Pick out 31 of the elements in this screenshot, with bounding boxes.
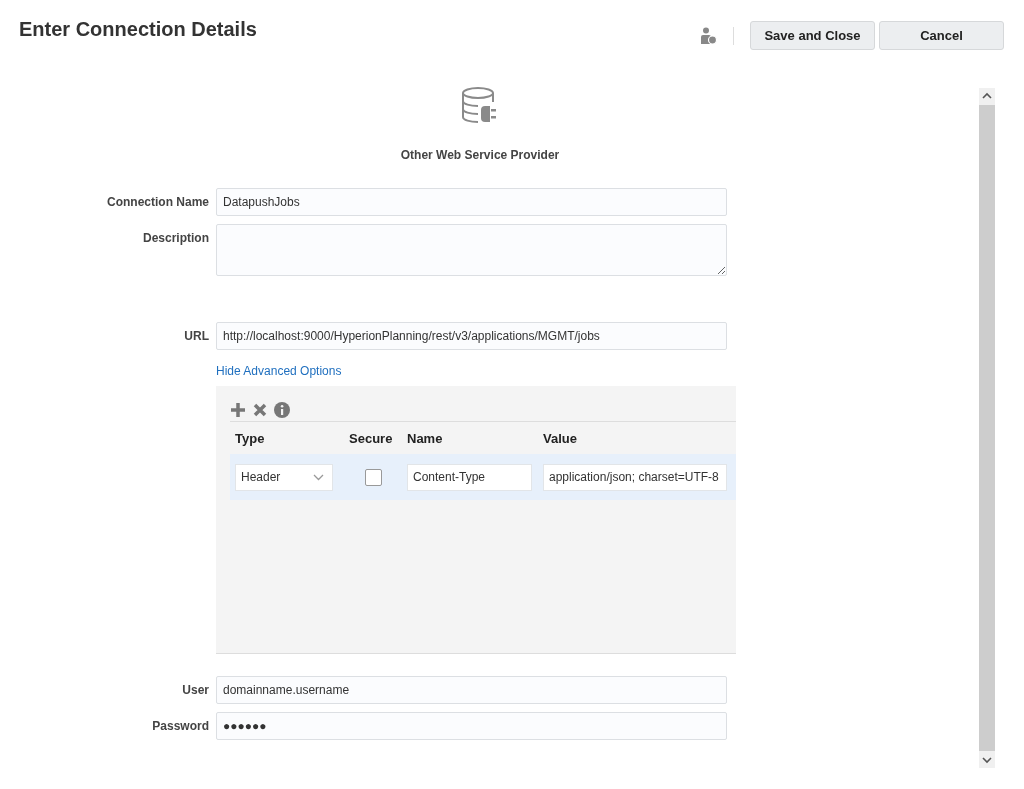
value-field[interactable]: application/json; charset=UTF-8	[543, 463, 727, 491]
scroll-up-icon[interactable]	[982, 92, 992, 99]
text-field[interactable]: http://localhost:9000/HyperionPlanning/rest/v3/applications/MGMT/jobs	[216, 322, 727, 350]
chevron-down-icon	[313, 473, 324, 481]
secure-checkbox[interactable]	[364, 468, 382, 486]
hide-advanced-options-link[interactable]: Hide Advanced Options	[216, 364, 342, 378]
field-label: User	[181, 682, 210, 697]
column-header: Name	[406, 430, 444, 446]
field-label: Description	[142, 230, 210, 245]
column-header: Type	[234, 430, 266, 446]
text-field[interactable]: DatapushJobs	[216, 188, 727, 216]
cancel-button[interactable]: Cancel	[879, 21, 1004, 50]
add-icon[interactable]	[230, 402, 246, 418]
page-title: Enter Connection Details	[19, 18, 257, 41]
scroll-down-icon[interactable]	[982, 757, 992, 764]
name-field[interactable]: Content-Type	[407, 463, 532, 491]
user-settings-icon[interactable]	[701, 26, 717, 45]
description-field[interactable]	[216, 224, 727, 276]
field-label: URL	[183, 328, 210, 343]
save-and-close-button[interactable]: Save and Close	[750, 21, 875, 50]
delete-icon[interactable]	[253, 403, 267, 417]
field-label: Password	[151, 718, 210, 733]
user-field[interactable]: domainname.username	[216, 676, 727, 704]
field-label: Connection Name	[106, 194, 210, 209]
password-field[interactable]: ●●●●●●	[216, 712, 727, 740]
column-header: Secure	[348, 430, 394, 446]
column-header: Value	[542, 430, 578, 446]
table-row[interactable]: Header Content-Type application/json; charset=UTF-8	[230, 454, 736, 500]
info-icon[interactable]	[274, 402, 290, 418]
provider-name: Other Web Service Provider	[400, 148, 560, 162]
type-dropdown[interactable]: Header	[235, 463, 333, 491]
